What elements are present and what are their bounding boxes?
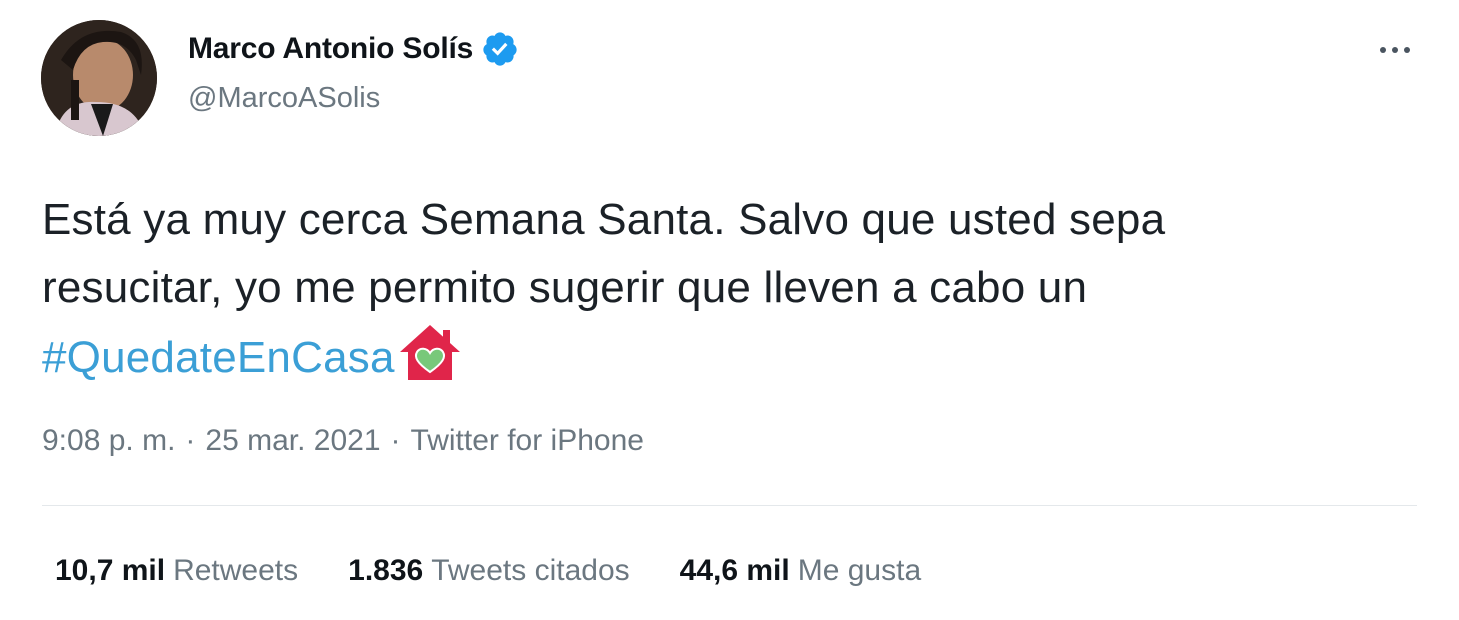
meta-separator: ·: [185, 424, 196, 457]
quote-tweets-label: Tweets citados: [431, 554, 630, 587]
quote-tweets-count: 1.836: [348, 554, 424, 587]
meta-separator: ·: [390, 424, 401, 457]
quote-tweets-stat[interactable]: 1.836 Tweets citados: [348, 554, 630, 588]
house-with-heart-icon: [399, 325, 460, 380]
tweet-card: Marco Antonio Solís @MarcoASolis Está ya…: [0, 0, 1459, 620]
more-options-icon[interactable]: [1375, 40, 1415, 60]
avatar-photo: [41, 20, 157, 136]
tweet-text-line-3: #QuedateEnCasa: [42, 322, 1422, 392]
tweet-meta: 9:08 p. m. · 25 mar. 2021 · Twitter for …: [42, 424, 644, 458]
author-name[interactable]: Marco Antonio Solís: [188, 32, 473, 66]
author-row: Marco Antonio Solís: [188, 30, 519, 68]
tweet-text-line: resucitar, yo me permito sugerir que lle…: [42, 263, 1088, 312]
author-handle[interactable]: @MarcoASolis: [188, 82, 380, 115]
retweets-label: Retweets: [173, 554, 299, 587]
more-dot: [1380, 47, 1386, 53]
likes-stat[interactable]: 44,6 mil Me gusta: [680, 554, 921, 588]
tweet-date[interactable]: 25 mar. 2021: [205, 424, 380, 458]
likes-label: Me gusta: [797, 554, 922, 587]
retweets-count: 10,7 mil: [55, 554, 166, 587]
divider: [42, 505, 1417, 506]
tweet-text-line: Está ya muy cerca Semana Santa. Salvo qu…: [42, 195, 1166, 244]
tweet-time[interactable]: 9:08 p. m.: [42, 424, 175, 458]
hashtag-link[interactable]: #QuedateEnCasa: [42, 333, 395, 382]
more-dot: [1392, 47, 1398, 53]
engagement-stats: 10,7 mil Retweets 1.836 Tweets citados 4…: [55, 554, 921, 588]
avatar[interactable]: [41, 20, 157, 136]
likes-count: 44,6 mil: [679, 554, 790, 587]
verified-badge-icon: [483, 32, 517, 66]
tweet-source[interactable]: Twitter for iPhone: [411, 424, 644, 458]
tweet-text: Está ya muy cerca Semana Santa. Salvo qu…: [42, 186, 1422, 392]
more-dot: [1404, 47, 1410, 53]
retweets-stat[interactable]: 10,7 mil Retweets: [55, 554, 298, 588]
